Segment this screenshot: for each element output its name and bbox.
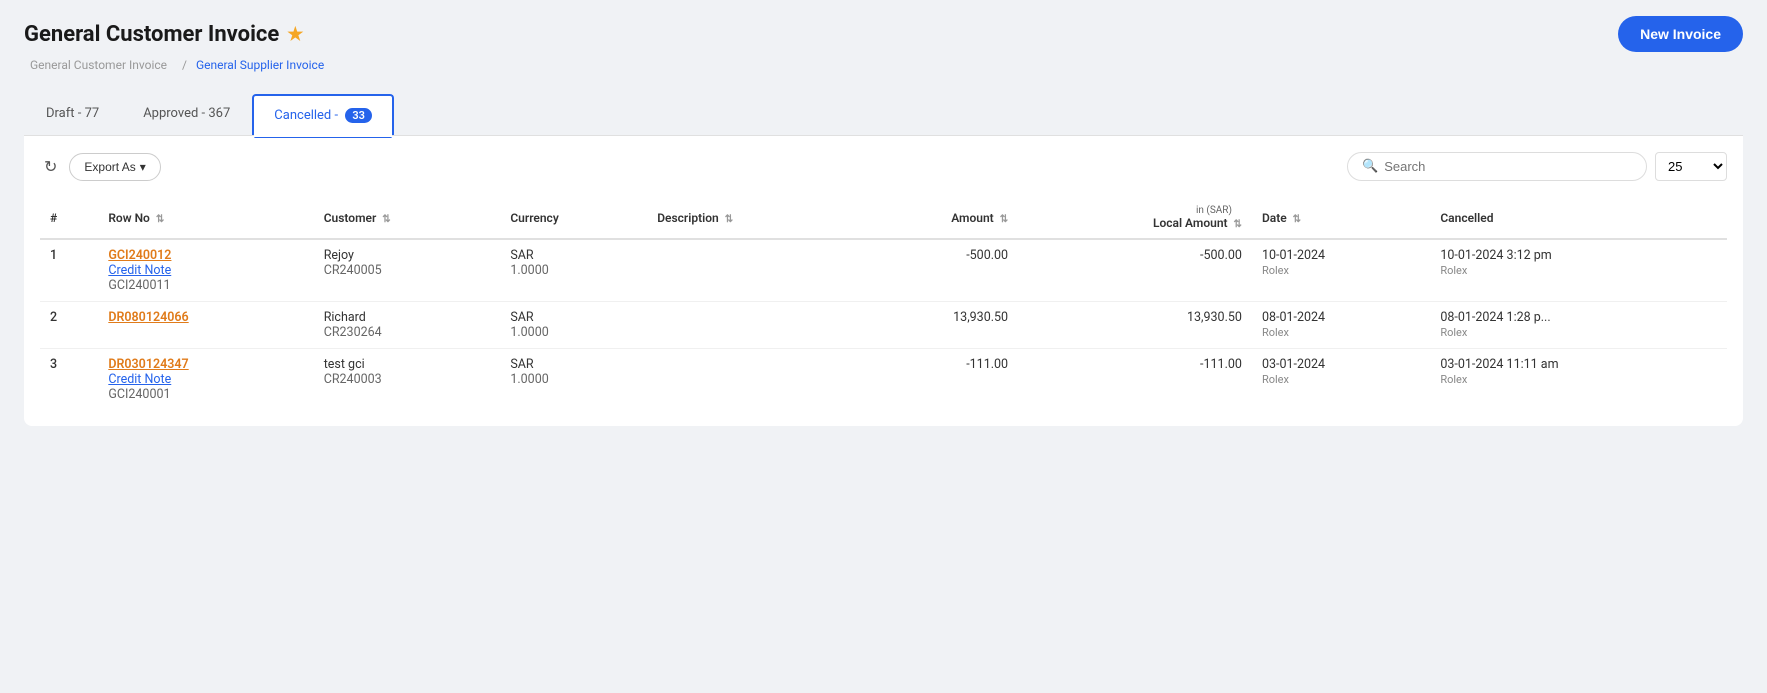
export-as-button[interactable]: Export As ▾ [69,153,160,181]
col-local-amount[interactable]: in (SAR) Local Amount ⇅ [1018,197,1252,239]
search-container: 🔍 [1347,152,1647,181]
cell-currency-1: SAR 1.0000 [500,302,647,349]
cell-cancelled-1: 08-01-2024 1:28 p... Rolex [1430,302,1727,349]
cell-customer-2: test gci CR240003 [314,349,501,411]
toolbar-right: 🔍 25 50 100 [1347,152,1727,181]
invoice-table: # Row No ⇅ Customer ⇅ Currency Descripti… [40,197,1727,410]
col-row-no[interactable]: Row No ⇅ [98,197,313,239]
cell-local-amount-2: -111.00 [1018,349,1252,411]
cell-local-amount-1: 13,930.50 [1018,302,1252,349]
star-icon[interactable]: ★ [287,24,303,45]
table-row: 1 GCI240012 Credit Note GCI240011 Rejoy … [40,239,1727,302]
cell-cancelled-2: 03-01-2024 11:11 am Rolex [1430,349,1727,411]
cell-date-0: 10-01-2024 Rolex [1252,239,1430,302]
cell-num-1: 2 [40,302,98,349]
tab-draft[interactable]: Draft - 77 [24,92,121,135]
breadcrumb-separator: / [182,58,187,72]
cell-description-2 [647,349,853,411]
toolbar-left: ↻ Export As ▾ [40,153,161,181]
tab-approved[interactable]: Approved - 367 [121,92,252,135]
cell-description-1 [647,302,853,349]
col-cancelled: Cancelled [1430,197,1727,239]
cancelled-badge: 33 [345,108,372,123]
breadcrumb: General Customer Invoice / General Suppl… [24,58,1743,72]
customer-ref-0: CR240005 [324,263,491,278]
row-id-link-2[interactable]: DR030124347 [108,357,303,372]
page-title: General Customer Invoice ★ [24,22,303,47]
row-id-link-1[interactable]: DR080124066 [108,310,303,325]
tab-cancelled[interactable]: Cancelled - 33 [252,94,394,135]
tabs-row: Draft - 77 Approved - 367 Cancelled - 33 [24,92,1743,136]
new-invoice-button[interactable]: New Invoice [1618,16,1743,52]
page-size-select[interactable]: 25 50 100 [1655,152,1727,181]
col-description[interactable]: Description ⇅ [647,197,853,239]
cell-row-id-0: GCI240012 Credit Note GCI240011 [98,239,313,302]
credit-note-link-2[interactable]: Credit Note [108,372,303,387]
cell-amount-1: 13,930.50 [853,302,1018,349]
search-icon: 🔍 [1362,159,1378,174]
cell-date-2: 03-01-2024 Rolex [1252,349,1430,411]
cell-amount-0: -500.00 [853,239,1018,302]
cell-row-id-1: DR080124066 [98,302,313,349]
col-customer[interactable]: Customer ⇅ [314,197,501,239]
col-date[interactable]: Date ⇅ [1252,197,1430,239]
breadcrumb-current: General Customer Invoice [30,58,167,72]
refresh-button[interactable]: ↻ [40,153,61,181]
row-id-link-0[interactable]: GCI240012 [108,248,303,263]
cell-amount-2: -111.00 [853,349,1018,411]
cell-num-0: 1 [40,239,98,302]
cell-currency-2: SAR 1.0000 [500,349,647,411]
customer-name-2: test gci [324,357,365,372]
cell-local-amount-0: -500.00 [1018,239,1252,302]
cell-num-2: 3 [40,349,98,411]
col-currency: Currency [500,197,647,239]
cell-customer-1: Richard CR230264 [314,302,501,349]
chevron-down-icon: ▾ [140,160,146,174]
customer-name-0: Rejoy [324,248,354,263]
table-row: 3 DR030124347 Credit Note GCI240001 test… [40,349,1727,411]
row-ref-0: GCI240011 [108,278,303,293]
customer-name-1: Richard [324,310,366,325]
content-area: ↻ Export As ▾ 🔍 25 50 100 [24,136,1743,426]
col-amount[interactable]: Amount ⇅ [853,197,1018,239]
breadcrumb-link[interactable]: General Supplier Invoice [196,58,324,72]
toolbar: ↻ Export As ▾ 🔍 25 50 100 [40,152,1727,181]
credit-note-link-0[interactable]: Credit Note [108,263,303,278]
cell-currency-0: SAR 1.0000 [500,239,647,302]
search-input[interactable] [1384,159,1632,174]
col-hash: # [40,197,98,239]
customer-ref-1: CR230264 [324,325,491,340]
cell-date-1: 08-01-2024 Rolex [1252,302,1430,349]
cell-customer-0: Rejoy CR240005 [314,239,501,302]
customer-ref-2: CR240003 [324,372,491,387]
cell-description-0 [647,239,853,302]
cell-row-id-2: DR030124347 Credit Note GCI240001 [98,349,313,411]
table-row: 2 DR080124066 Richard CR230264 SAR 1.000… [40,302,1727,349]
row-ref-2: GCI240001 [108,387,303,402]
cell-cancelled-0: 10-01-2024 3:12 pm Rolex [1430,239,1727,302]
